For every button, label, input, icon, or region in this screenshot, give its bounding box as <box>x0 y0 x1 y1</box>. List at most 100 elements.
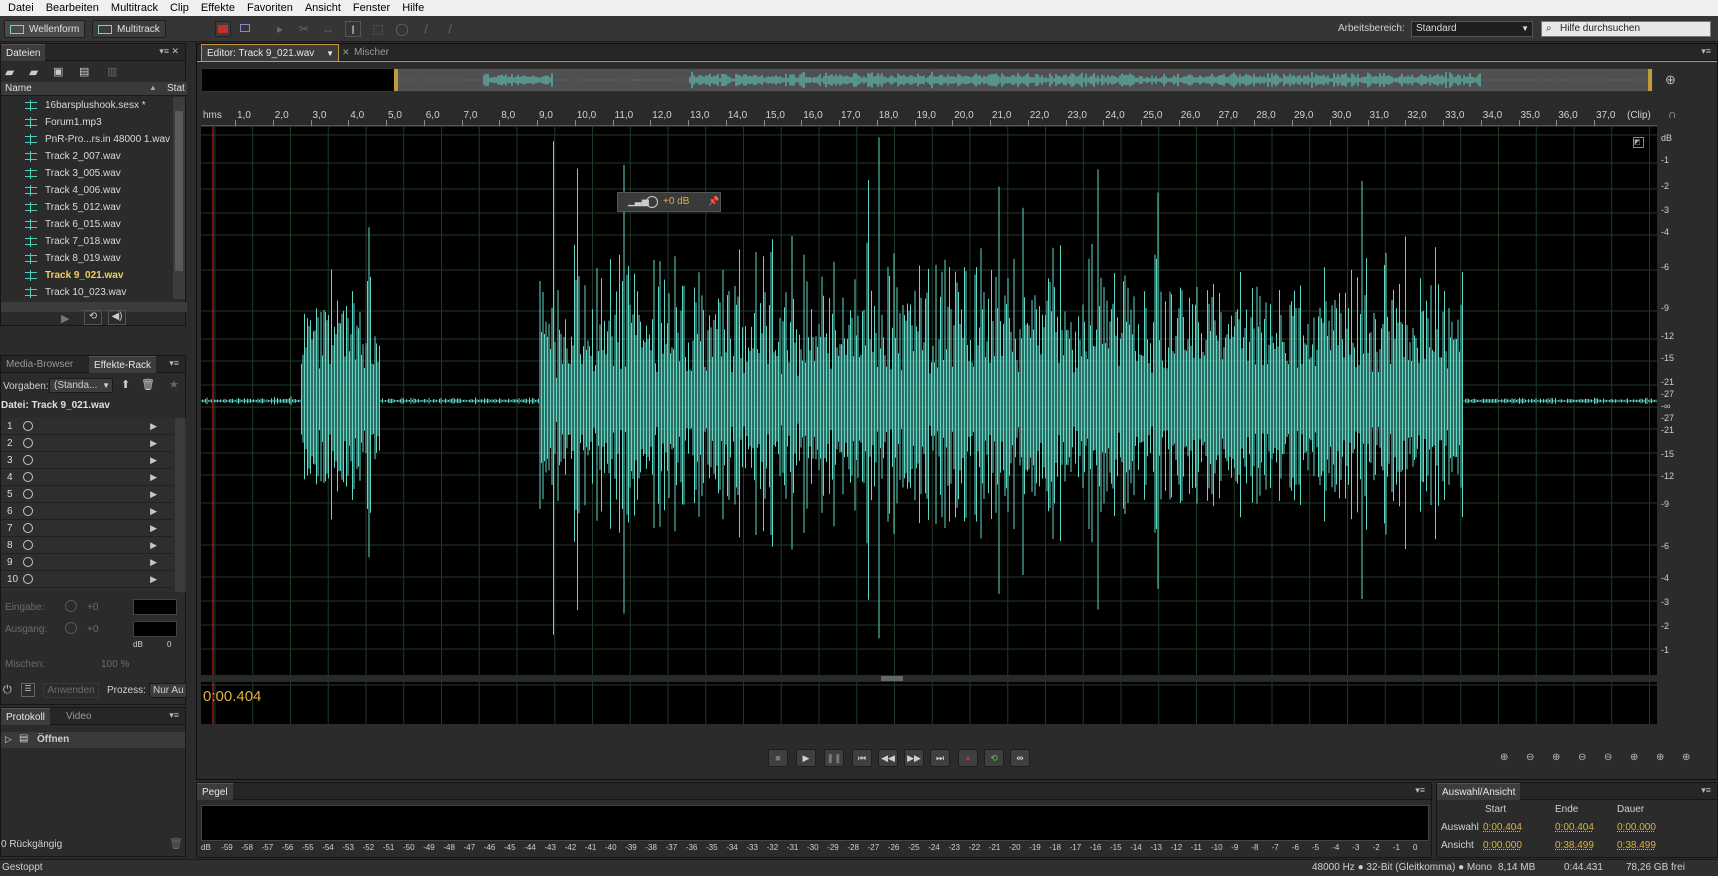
file-item[interactable]: Track 3_005.wav <box>1 165 173 182</box>
loop-button[interactable]: ⟲ <box>984 749 1004 767</box>
zoom-out-amplitude-icon[interactable]: ⊖ <box>1526 752 1542 768</box>
input-gain-knob[interactable] <box>65 600 77 612</box>
process-select[interactable]: Nur Au <box>149 683 187 698</box>
mix-value[interactable]: 100 % <box>101 659 129 670</box>
open-file-icon[interactable]: ▰ <box>5 65 14 79</box>
power-icon[interactable] <box>23 472 33 482</box>
power-icon[interactable] <box>23 506 33 516</box>
zoom-out-full-icon[interactable]: ⊖ <box>1604 752 1620 768</box>
power-icon[interactable] <box>23 438 33 448</box>
chevron-right-icon[interactable]: ▶ <box>150 469 157 486</box>
column-status[interactable]: Stat <box>167 83 185 94</box>
power-icon[interactable]: ⏻ <box>3 684 12 697</box>
file-item[interactable]: Track 6_015.wav <box>1 216 173 233</box>
waveform-scroll-bar[interactable] <box>201 675 1657 682</box>
presets-select[interactable]: (Standa... ▼ <box>49 378 113 393</box>
slip-tool[interactable]: ↔ <box>320 21 336 37</box>
effect-slot[interactable]: 5 ▶ <box>1 486 173 503</box>
lasso-tool[interactable]: ◯ <box>394 21 410 37</box>
chevron-right-icon[interactable]: ▶ <box>150 435 157 452</box>
chevron-right-icon[interactable]: ▶ <box>150 537 157 554</box>
favorite-star-icon[interactable]: ★ <box>169 378 179 391</box>
workspace-select[interactable]: Standard ▼ <box>1411 21 1533 37</box>
apply-button[interactable]: Anwenden <box>43 683 99 698</box>
effect-slot[interactable]: 7 ▶ <box>1 520 173 537</box>
file-item[interactable]: Track 5_012.wav <box>1 199 173 216</box>
menu-clip[interactable]: Clip <box>164 2 195 14</box>
delete-preset-icon[interactable]: 🗑 <box>141 378 155 391</box>
panel-menu-icon[interactable]: ▾≡ <box>169 358 179 369</box>
help-search-input[interactable]: ⌕ Hilfe durchsuchen <box>1541 21 1711 37</box>
auto-play-icon[interactable]: ◀) <box>108 310 126 325</box>
gain-knob[interactable] <box>646 196 658 208</box>
hud-gain-value[interactable]: +0 dB <box>663 196 689 207</box>
effect-slot[interactable]: 1 ▶ <box>1 418 173 435</box>
chevron-right-icon[interactable]: ▶ <box>150 571 157 588</box>
zoom-in-time-icon[interactable]: ⊕ <box>1552 752 1568 768</box>
move-tool[interactable]: ▸ <box>272 21 288 37</box>
file-item[interactable]: Track 2_007.wav <box>1 148 173 165</box>
tab-files[interactable]: Dateien <box>1 44 46 61</box>
tab-media-browser[interactable]: Media-Browser <box>1 356 78 373</box>
trash-icon[interactable]: 🗑 <box>169 837 183 850</box>
file-item[interactable]: Track 7_018.wav <box>1 233 173 250</box>
hud-toggle-icon[interactable]: ◩ <box>1633 137 1644 148</box>
insert-icon[interactable]: ▣ <box>53 65 63 78</box>
pause-button[interactable]: ❚❚ <box>824 749 844 767</box>
view-end[interactable]: 0:38.499 <box>1555 840 1594 851</box>
effects-scrollbar[interactable] <box>175 418 185 592</box>
menu-datei[interactable]: Datei <box>2 2 40 14</box>
scroll-grip[interactable] <box>881 676 903 681</box>
file-item[interactable]: 16barsplushook.sesx * <box>1 97 173 114</box>
chevron-right-icon[interactable]: ▶ <box>150 554 157 571</box>
hud-gain-control[interactable]: ▁▃▅ +0 dB 📌 <box>617 192 721 212</box>
play-button[interactable]: ▶ <box>796 749 816 767</box>
effect-slot[interactable]: 8 ▶ <box>1 537 173 554</box>
close-file-icon[interactable]: ▤ <box>79 65 89 78</box>
record-button[interactable]: ● <box>958 749 978 767</box>
tab-editor[interactable]: Editor: Track 9_021.wav ▼ <box>201 44 339 61</box>
panel-menu-icon[interactable]: ▾≡ <box>169 710 179 721</box>
effect-slot[interactable]: 6 ▶ <box>1 503 173 520</box>
panel-menu-icon[interactable]: ▾≡ <box>1701 46 1711 57</box>
column-name[interactable]: Name <box>5 83 32 94</box>
view-start[interactable]: 0:00.000 <box>1483 840 1522 851</box>
power-icon[interactable] <box>23 421 33 431</box>
pitch-display-toggle[interactable] <box>238 21 254 37</box>
zoom-to-selection-icon[interactable]: ⊕ <box>1682 752 1698 768</box>
tab-mixer[interactable]: Mischer <box>349 44 419 61</box>
time-ruler[interactable]: hms 1,0 2,0 3,0 4,0 5,0 6,0 7,0 8,0 9,0 10,0 11,0 1… <box>201 106 1657 126</box>
brush-tool[interactable]: / <box>418 21 434 37</box>
stop-button[interactable]: ■ <box>768 749 788 767</box>
spectral-display-toggle[interactable] <box>215 21 231 37</box>
chevron-right-icon[interactable]: ▶ <box>150 486 157 503</box>
file-item[interactable]: Forum1.mp3 <box>1 114 173 131</box>
menu-bearbeiten[interactable]: Bearbeiten <box>40 2 105 14</box>
effect-slot[interactable]: 10 ▶ <box>1 571 173 588</box>
effect-slot[interactable]: 9 ▶ <box>1 554 173 571</box>
time-selection-tool[interactable]: I <box>345 21 361 37</box>
menu-multitrack[interactable]: Multitrack <box>105 2 164 14</box>
fast-forward-button[interactable]: ▶▶ <box>904 749 924 767</box>
zoom-in-start-icon[interactable]: ⊕ <box>1630 752 1646 768</box>
panel-menu-icon[interactable]: ▾≡ <box>1701 785 1711 796</box>
zoom-in-end-icon[interactable]: ⊕ <box>1656 752 1672 768</box>
menu-fenster[interactable]: Fenster <box>347 2 396 14</box>
selection-duration[interactable]: 0:00.000 <box>1617 822 1656 833</box>
import-file-icon[interactable]: ▰ <box>29 65 38 79</box>
zoom-out-time-icon[interactable]: ⊖ <box>1578 752 1594 768</box>
tab-video[interactable]: Video <box>61 708 96 725</box>
razor-tool[interactable]: ✂ <box>296 21 312 37</box>
power-icon[interactable] <box>23 540 33 550</box>
panel-menu-icon[interactable]: ▾≡ <box>1415 785 1425 796</box>
file-item[interactable]: Track 8_019.wav <box>1 250 173 267</box>
power-icon[interactable] <box>23 489 33 499</box>
scrollbar-thumb[interactable] <box>175 111 183 271</box>
chevron-right-icon[interactable]: ▶ <box>150 418 157 435</box>
waveform-overview[interactable] <box>201 68 1653 92</box>
tab-levels[interactable]: Pegel <box>197 783 233 800</box>
file-item[interactable]: Track 4_006.wav <box>1 182 173 199</box>
marquee-tool[interactable]: ⬚ <box>370 21 386 37</box>
waveform-display[interactable]: ◩ ▁▃▅ +0 dB 📌 <box>201 127 1657 724</box>
delete-icon[interactable]: ▥ <box>107 65 117 78</box>
